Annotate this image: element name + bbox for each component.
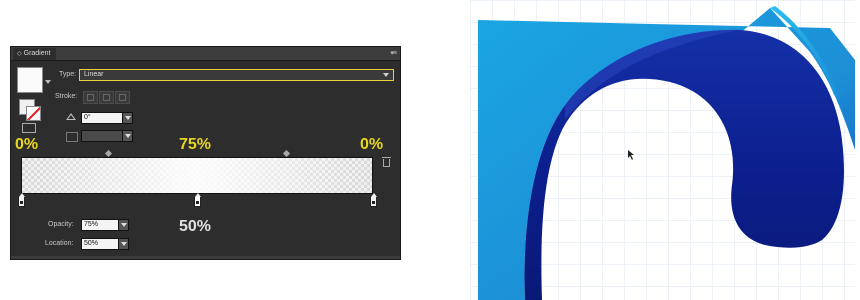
- trash-icon[interactable]: [382, 157, 391, 167]
- gradient-slider[interactable]: [21, 157, 373, 194]
- tab-label: Gradient: [23, 50, 51, 57]
- tab-gradient[interactable]: ◇ Gradient: [13, 48, 57, 60]
- gradient-stop-middle[interactable]: [194, 193, 201, 207]
- midpoint-diamond-left[interactable]: [104, 149, 113, 158]
- artwork-canvas: [470, 0, 855, 300]
- swatch-dropdown-icon[interactable]: [45, 80, 51, 84]
- reverse-gradient-icon[interactable]: [22, 123, 36, 133]
- opacity-label: Opacity:: [48, 221, 74, 228]
- type-value: Linear: [84, 71, 104, 78]
- angle-dropdown[interactable]: [122, 112, 133, 124]
- aspect-ratio-dropdown[interactable]: [122, 130, 133, 142]
- stroke-swatch[interactable]: [26, 106, 41, 121]
- right-stop-opacity-annotation: 0%: [360, 136, 384, 153]
- stroke-along-button[interactable]: [99, 91, 114, 104]
- gradient-stop-right[interactable]: [370, 193, 377, 207]
- panel-menu-icon[interactable]: ▾≡: [390, 49, 397, 57]
- location-dropdown[interactable]: [118, 238, 129, 250]
- left-stop-opacity-annotation: 0%: [15, 136, 39, 153]
- gradient-preview-swatch[interactable]: [17, 67, 43, 93]
- opacity-field[interactable]: 75%: [81, 219, 119, 231]
- gradient-stop-left[interactable]: [18, 193, 25, 207]
- location-annotation: 50%: [179, 218, 212, 235]
- location-label: Location:: [45, 240, 74, 247]
- stroke-label: Stroke:: [55, 93, 78, 100]
- panel-titlebar: ◇ Gradient ▾≡: [11, 47, 400, 61]
- aspect-ratio-icon: [66, 132, 78, 142]
- type-select[interactable]: Linear: [79, 69, 394, 81]
- stroke-across-button[interactable]: [115, 91, 130, 104]
- stroke-within-button[interactable]: [83, 91, 98, 104]
- opacity-dropdown[interactable]: [118, 219, 129, 231]
- midpoint-opacity-annotation: 75%: [179, 136, 212, 153]
- panel-bottom-edge: [11, 256, 400, 259]
- angle-field[interactable]: 0°: [81, 112, 123, 124]
- type-label: Type:: [59, 71, 77, 78]
- angle-icon: [66, 113, 76, 120]
- chevron-down-icon: [383, 73, 389, 77]
- aspect-ratio-field[interactable]: [81, 130, 123, 142]
- midpoint-diamond-right[interactable]: [282, 149, 291, 158]
- gradient-panel: ◇ Gradient ▾≡ Type: Linear Stroke: 0° 0% …: [10, 46, 401, 260]
- chevron-icon[interactable]: ◇: [17, 51, 22, 57]
- location-field[interactable]: 50%: [81, 238, 119, 250]
